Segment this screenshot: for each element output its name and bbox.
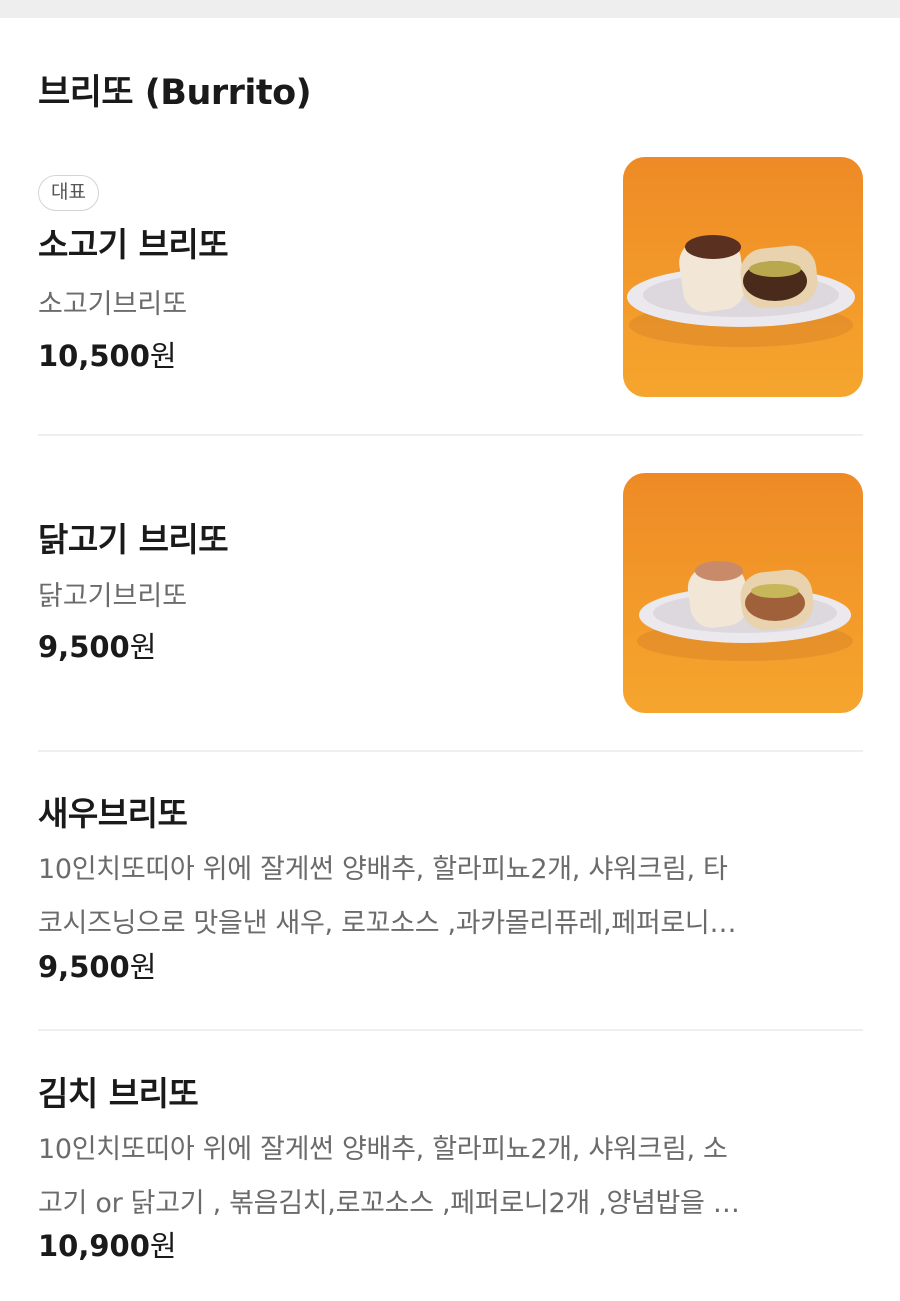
divider — [38, 434, 863, 436]
description-line: 10인치또띠아 위에 잘게썬 양배추, 할라피뇨2개, 샤워크림, 소 — [38, 1134, 728, 1165]
menu-item-description: 닭고기브리또 — [38, 581, 188, 612]
description-line: 10인치또띠아 위에 잘게썬 양배추, 할라피뇨2개, 샤워크림, 타 — [38, 854, 728, 885]
description-line: 고기 or 닭고기 , 볶음김치,로꼬소스 ,페퍼로니2개 ,양념밥을 … — [38, 1188, 740, 1219]
menu-item-description: 10인치또띠아 위에 잘게썬 양배추, 할라피뇨2개, 샤워크림, 타 코시즈닝… — [38, 843, 853, 951]
menu-item-price: 9,500원 — [38, 950, 157, 984]
status-bar-strip — [0, 0, 900, 18]
menu-item-price: 10,500원 — [38, 339, 177, 373]
chicken-burrito-photo[interactable] — [623, 473, 863, 713]
divider — [38, 750, 863, 752]
menu-item-name: 김치 브리또 — [38, 1074, 199, 1113]
menu-item-name: 닭고기 브리또 — [38, 520, 229, 559]
menu-item-description: 소고기브리또 — [38, 289, 188, 320]
description-line: 코시즈닝으로 맛을낸 새우, 로꼬소스 ,과카몰리퓨레,페퍼로니… — [38, 908, 737, 939]
menu-item-name: 소고기 브리또 — [38, 225, 229, 264]
menu-item-description: 10인치또띠아 위에 잘게썬 양배추, 할라피뇨2개, 샤워크림, 소 고기 o… — [38, 1123, 853, 1231]
beef-burrito-photo[interactable] — [623, 157, 863, 397]
section-title: 브리또 (Burrito) — [38, 73, 312, 113]
signature-badge: 대표 — [38, 175, 99, 211]
menu-item-kimchi-burrito[interactable]: 김치 브리또 10인치또띠아 위에 잘게썬 양배추, 할라피뇨2개, 샤워크림,… — [38, 1070, 863, 1280]
divider — [38, 1029, 863, 1031]
menu-item-price: 10,900원 — [38, 1229, 177, 1263]
menu-item-shrimp-burrito[interactable]: 새우브리또 10인치또띠아 위에 잘게썬 양배추, 할라피뇨2개, 샤워크림, … — [38, 790, 863, 1000]
menu-item-name: 새우브리또 — [38, 794, 188, 833]
menu-item-price: 9,500원 — [38, 630, 157, 664]
